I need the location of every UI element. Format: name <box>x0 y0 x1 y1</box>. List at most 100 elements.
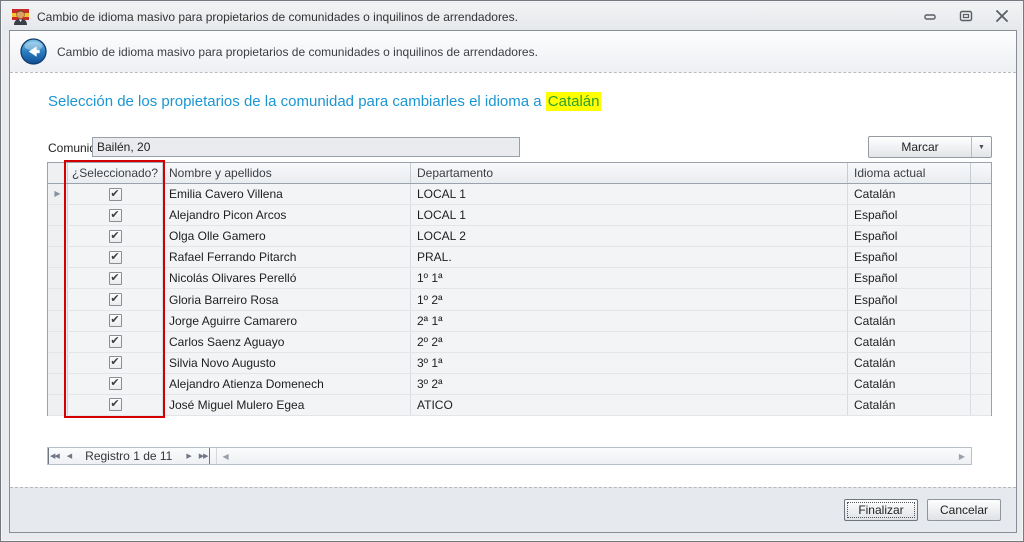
nav-first-icon[interactable]: ◀◀ <box>48 448 63 464</box>
language-cell[interactable]: Español <box>848 268 971 288</box>
grid-header-language[interactable]: Idioma actual <box>848 163 971 183</box>
department-cell[interactable]: 1º 2ª <box>411 289 848 309</box>
table-row[interactable]: ✔ Rafael Ferrando PitarchPRAL.Español <box>48 247 991 268</box>
close-icon[interactable] <box>991 7 1013 25</box>
table-row[interactable]: ✔ Olga Olle GameroLOCAL 2Español <box>48 226 991 247</box>
row-checkbox[interactable]: ✔ <box>109 293 122 306</box>
selected-cell[interactable]: ✔ <box>68 247 163 267</box>
maximize-icon[interactable] <box>955 7 977 25</box>
selected-cell[interactable]: ✔ <box>68 205 163 225</box>
cancel-button[interactable]: Cancelar <box>927 499 1001 521</box>
row-checkbox[interactable]: ✔ <box>109 314 122 327</box>
table-row[interactable]: ✔ Alejandro Picon ArcosLOCAL 1Español <box>48 205 991 226</box>
language-cell[interactable]: Español <box>848 247 971 267</box>
language-cell[interactable]: Catalán <box>848 395 971 415</box>
marcar-button-label[interactable]: Marcar <box>869 137 972 157</box>
table-row[interactable]: ✔ Alejandro Atienza Domenech3º 2ªCatalán <box>48 374 991 395</box>
row-checkbox[interactable]: ✔ <box>109 356 122 369</box>
row-checkbox[interactable]: ✔ <box>109 230 122 243</box>
name-cell[interactable]: Nicolás Olivares Perelló <box>163 268 411 288</box>
department-cell[interactable]: LOCAL 2 <box>411 226 848 246</box>
nav-next-icon[interactable]: ▶ <box>182 448 194 464</box>
selected-cell[interactable]: ✔ <box>68 374 163 394</box>
row-checkbox[interactable]: ✔ <box>109 188 122 201</box>
table-row[interactable]: ▶ ✔ Emilia Cavero VillenaLOCAL 1Catalán <box>48 184 991 205</box>
department-cell[interactable]: PRAL. <box>411 247 848 267</box>
language-cell[interactable]: Catalán <box>848 353 971 373</box>
department-cell[interactable]: 3º 1ª <box>411 353 848 373</box>
row-checkbox[interactable]: ✔ <box>109 209 122 222</box>
row-selector-cell[interactable] <box>48 247 68 267</box>
language-cell[interactable]: Catalán <box>848 374 971 394</box>
window-controls <box>919 7 1013 25</box>
table-row[interactable]: ✔ Silvia Novo Augusto3º 1ªCatalán <box>48 353 991 374</box>
marcar-split-button[interactable]: Marcar ▼ <box>868 136 992 158</box>
community-input[interactable] <box>92 137 520 157</box>
department-cell[interactable]: 2º 2ª <box>411 332 848 352</box>
name-cell[interactable]: Olga Olle Gamero <box>163 226 411 246</box>
grid-header-selected[interactable]: ¿Seleccionado? <box>68 163 163 183</box>
row-selector-cell[interactable]: ▶ <box>48 184 68 204</box>
selected-cell[interactable]: ✔ <box>68 289 163 309</box>
header-title: Cambio de idioma masivo para propietario… <box>57 45 538 59</box>
name-cell[interactable]: Jorge Aguirre Camarero <box>163 311 411 331</box>
horizontal-scrollbar[interactable]: ◀ ▶ <box>216 448 971 464</box>
row-checkbox[interactable]: ✔ <box>109 377 122 390</box>
row-selector-cell[interactable] <box>48 332 68 352</box>
name-cell[interactable]: Silvia Novo Augusto <box>163 353 411 373</box>
row-selector-cell[interactable] <box>48 395 68 415</box>
name-cell[interactable]: Emilia Cavero Villena <box>163 184 411 204</box>
minimize-icon[interactable] <box>919 7 941 25</box>
name-cell[interactable]: Alejandro Atienza Domenech <box>163 374 411 394</box>
table-row[interactable]: ✔ Carlos Saenz Aguayo2º 2ªCatalán <box>48 332 991 353</box>
table-row[interactable]: ✔ José Miguel Mulero EgeaATICOCatalán <box>48 395 991 416</box>
language-cell[interactable]: Catalán <box>848 311 971 331</box>
nav-last-icon[interactable]: ▶▶ <box>195 448 210 464</box>
name-cell[interactable]: Rafael Ferrando Pitarch <box>163 247 411 267</box>
table-row[interactable]: ✔ Gloria Barreiro Rosa1º 2ªEspañol <box>48 289 991 310</box>
name-cell[interactable]: José Miguel Mulero Egea <box>163 395 411 415</box>
selected-cell[interactable]: ✔ <box>68 184 163 204</box>
row-selector-cell[interactable] <box>48 311 68 331</box>
name-cell[interactable]: Alejandro Picon Arcos <box>163 205 411 225</box>
row-selector-cell[interactable] <box>48 268 68 288</box>
name-cell[interactable]: Carlos Saenz Aguayo <box>163 332 411 352</box>
table-row[interactable]: ✔ Nicolás Olivares Perelló1º 1ªEspañol <box>48 268 991 289</box>
selected-cell[interactable]: ✔ <box>68 268 163 288</box>
language-cell[interactable]: Catalán <box>848 184 971 204</box>
row-selector-cell[interactable] <box>48 205 68 225</box>
department-cell[interactable]: LOCAL 1 <box>411 205 848 225</box>
department-cell[interactable]: ATICO <box>411 395 848 415</box>
selected-cell[interactable]: ✔ <box>68 395 163 415</box>
row-selector-cell[interactable] <box>48 226 68 246</box>
chevron-down-icon[interactable]: ▼ <box>972 137 991 157</box>
department-cell[interactable]: 3º 2ª <box>411 374 848 394</box>
name-cell[interactable]: Gloria Barreiro Rosa <box>163 289 411 309</box>
row-selector-cell[interactable] <box>48 353 68 373</box>
scroll-left-icon[interactable]: ◀ <box>217 452 235 461</box>
selected-cell[interactable]: ✔ <box>68 226 163 246</box>
grid-header-department[interactable]: Departamento <box>411 163 848 183</box>
row-checkbox[interactable]: ✔ <box>109 251 122 264</box>
finalize-button[interactable]: Finalizar <box>844 499 918 521</box>
language-cell[interactable]: Español <box>848 205 971 225</box>
department-cell[interactable]: LOCAL 1 <box>411 184 848 204</box>
language-cell[interactable]: Catalán <box>848 332 971 352</box>
grid-header-name[interactable]: Nombre y apellidos <box>163 163 411 183</box>
selected-cell[interactable]: ✔ <box>68 311 163 331</box>
back-icon[interactable] <box>20 38 47 65</box>
table-row[interactable]: ✔ Jorge Aguirre Camarero2ª 1ªCatalán <box>48 311 991 332</box>
nav-previous-icon[interactable]: ◀ <box>63 448 75 464</box>
selected-cell[interactable]: ✔ <box>68 353 163 373</box>
selected-cell[interactable]: ✔ <box>68 332 163 352</box>
department-cell[interactable]: 2ª 1ª <box>411 311 848 331</box>
row-checkbox[interactable]: ✔ <box>109 398 122 411</box>
row-checkbox[interactable]: ✔ <box>109 272 122 285</box>
department-cell[interactable]: 1º 1ª <box>411 268 848 288</box>
row-selector-cell[interactable] <box>48 374 68 394</box>
row-selector-cell[interactable] <box>48 289 68 309</box>
row-checkbox[interactable]: ✔ <box>109 335 122 348</box>
language-cell[interactable]: Español <box>848 226 971 246</box>
scroll-right-icon[interactable]: ▶ <box>953 452 971 461</box>
language-cell[interactable]: Español <box>848 289 971 309</box>
